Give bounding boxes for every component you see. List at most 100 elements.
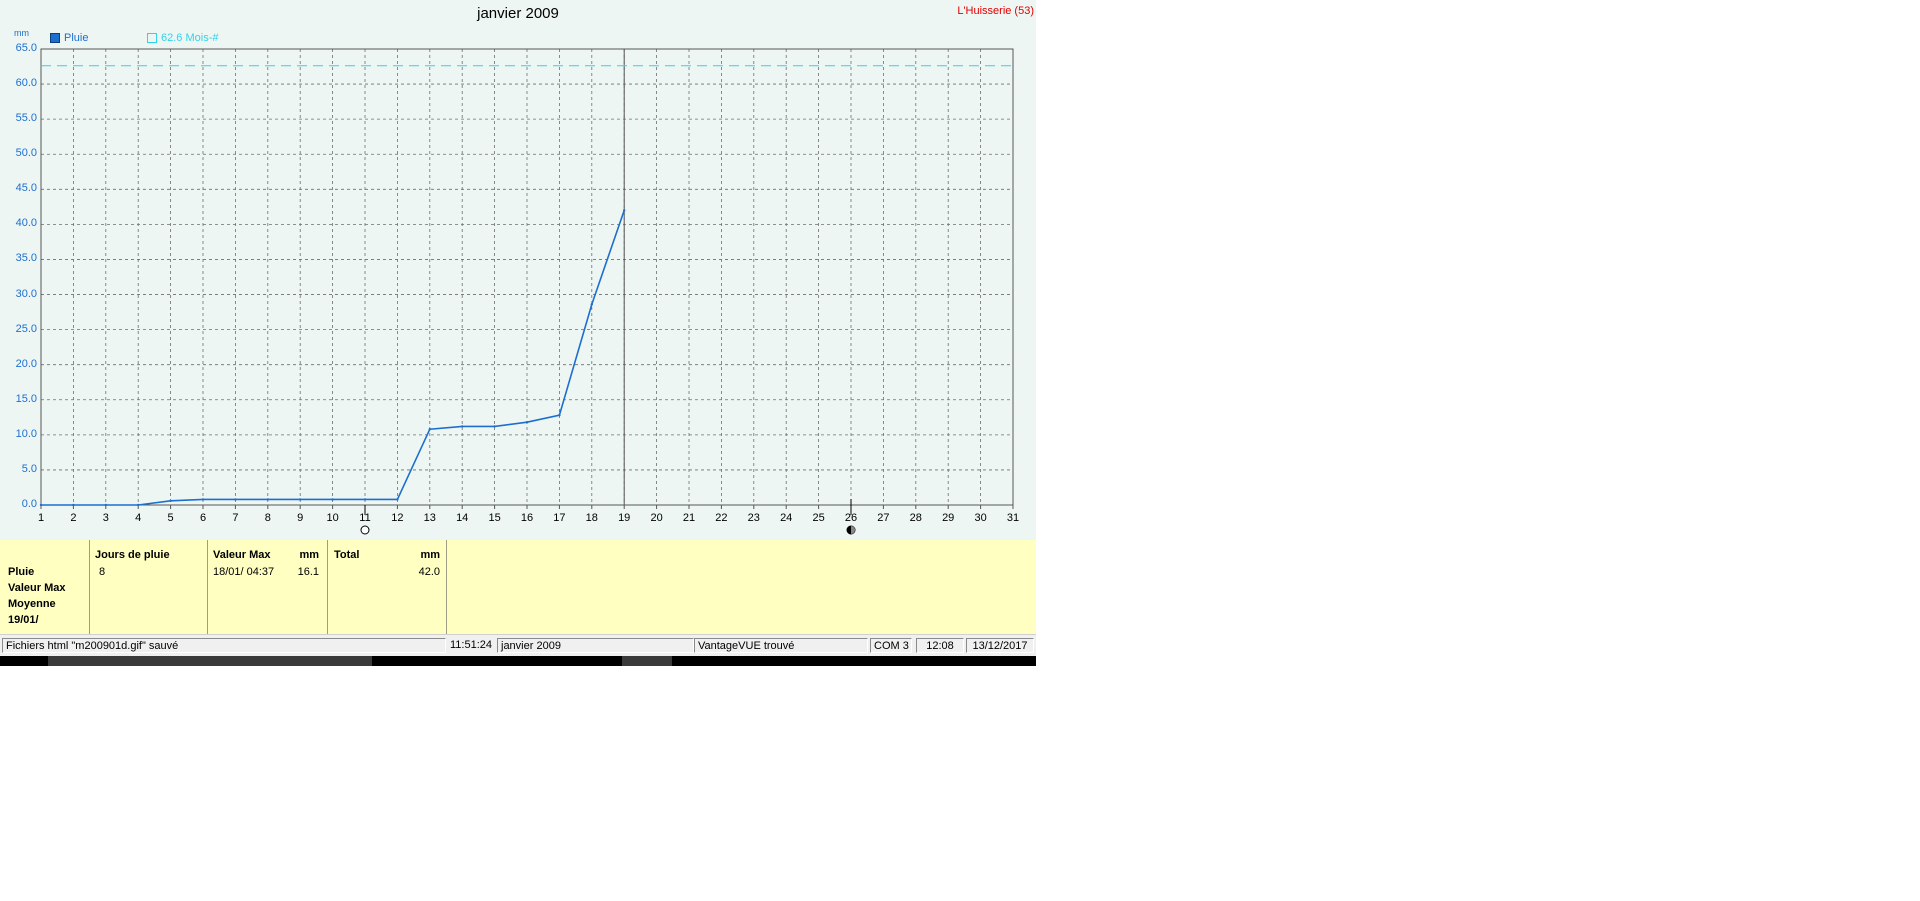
station-name: L'Huisserie (53) xyxy=(957,5,1034,17)
x-tick-label: 20 xyxy=(650,512,663,524)
x-tick-label: 30 xyxy=(974,512,987,524)
y-tick-label: 20.0 xyxy=(15,357,37,370)
x-tick-label: 2 xyxy=(70,512,77,524)
y-tick-label: 40.0 xyxy=(15,217,37,230)
data-point-rain xyxy=(623,209,626,212)
row-label-pluie: Pluie xyxy=(8,566,35,578)
status-clock: 12:08 xyxy=(916,638,964,653)
data-point-rain xyxy=(266,498,269,501)
legend-reference-swatch xyxy=(147,33,157,43)
taskbar-segment[interactable] xyxy=(622,656,672,666)
stats-row-labels: Pluie Valeur Max Moyenne 19/01/ xyxy=(0,540,90,634)
total-value: 42.0 xyxy=(418,566,440,578)
x-tick-label: 15 xyxy=(488,512,501,524)
x-tick-label: 26 xyxy=(844,512,858,524)
x-tick-label: 11 xyxy=(359,512,371,524)
status-period: janvier 2009 xyxy=(497,638,694,653)
taskbar-segment[interactable] xyxy=(48,656,372,666)
chart-title: janvier 2009 xyxy=(477,5,559,22)
status-date: 13/12/2017 xyxy=(966,638,1034,653)
y-tick-label: 50.0 xyxy=(15,147,37,160)
y-axis-unit: mm xyxy=(14,28,29,38)
y-tick-label: 5.0 xyxy=(21,462,37,475)
status-device: VantageVUE trouvé xyxy=(694,638,868,653)
data-point-rain xyxy=(461,425,464,428)
y-tick-label: 65.0 xyxy=(15,42,37,54)
data-point-rain xyxy=(39,503,43,507)
data-point-rain xyxy=(201,498,205,501)
max-value: 16.1 xyxy=(297,566,319,578)
x-tick-label: 24 xyxy=(780,512,793,524)
data-point-rain xyxy=(299,498,302,501)
data-point-rain xyxy=(331,498,334,501)
stats-col-rain-days: Jours de pluie 8 xyxy=(90,540,208,634)
x-tick-label: 12 xyxy=(391,512,404,524)
x-tick-label: 14 xyxy=(456,512,469,524)
x-tick-label: 5 xyxy=(167,512,174,524)
max-date: 18/01/ 04:37 xyxy=(213,566,275,578)
x-tick-label: 21 xyxy=(682,512,696,524)
x-tick-label: 31 xyxy=(1006,512,1020,524)
x-tick-label: 8 xyxy=(264,512,271,524)
data-point-rain xyxy=(169,499,172,502)
y-tick-label: 55.0 xyxy=(15,112,37,125)
stats-panel: Pluie Valeur Max Moyenne 19/01/ Jours de… xyxy=(0,540,1036,634)
data-point-rain xyxy=(137,503,140,507)
x-tick-label: 22 xyxy=(715,512,728,524)
y-tick-label: 60.0 xyxy=(15,77,37,90)
rain-days-header: Jours de pluie xyxy=(95,549,170,561)
y-tick-label: 15.0 xyxy=(15,392,37,405)
x-tick-label: 18 xyxy=(585,512,598,524)
legend-rain-swatch xyxy=(50,33,60,43)
data-point-rain xyxy=(363,498,367,501)
total-unit: mm xyxy=(420,549,440,561)
status-time: 11:51:24 xyxy=(449,639,492,651)
x-tick-label: 7 xyxy=(232,512,239,524)
x-tick-label: 13 xyxy=(423,512,436,524)
stats-col-total: Total mm 42.0 xyxy=(328,540,447,634)
legend-reference[interactable]: 62.6 Mois-# xyxy=(147,32,218,44)
total-header: Total xyxy=(334,549,360,561)
x-tick-label: 28 xyxy=(909,512,922,524)
y-tick-label: 35.0 xyxy=(15,252,37,265)
new-moon-icon xyxy=(360,525,370,535)
data-point-rain xyxy=(558,414,561,417)
y-tick-label: 45.0 xyxy=(15,182,37,195)
status-message: Fichiers html "m200901d.gif" sauvé xyxy=(2,638,446,653)
legend-reference-label: 62.6 Mois-# xyxy=(161,32,219,44)
taskbar-strip xyxy=(0,656,1036,666)
stats-col-max: Valeur Max mm 18/01/ 04:37 16.1 xyxy=(208,540,328,634)
y-tick-label: 30.0 xyxy=(15,287,37,300)
x-tick-label: 3 xyxy=(102,512,109,524)
x-tick-label: 10 xyxy=(326,512,339,524)
row-label-valeur-max: Valeur Max xyxy=(8,582,66,594)
data-point-rain xyxy=(396,498,399,501)
y-tick-label: 25.0 xyxy=(15,322,37,335)
x-tick-label: 19 xyxy=(618,512,631,524)
x-tick-label: 4 xyxy=(135,512,142,524)
legend-rain-label: Pluie xyxy=(64,32,89,44)
row-label-moyenne: Moyenne xyxy=(8,598,56,610)
status-port: COM 3 xyxy=(870,638,912,653)
y-tick-label: 10.0 xyxy=(15,427,37,440)
data-point-rain xyxy=(428,428,431,431)
data-point-rain xyxy=(234,498,237,501)
x-tick-label: 27 xyxy=(877,512,890,524)
legend-rain[interactable]: Pluie xyxy=(50,32,88,44)
status-bar: Fichiers html "m200901d.gif" sauvé 11:51… xyxy=(0,634,1036,657)
x-tick-label: 6 xyxy=(199,512,207,524)
chart-area: janvier 2009 L'Huisserie (53) mm Pluie 6… xyxy=(0,0,1036,540)
data-point-rain xyxy=(493,425,496,428)
weather-app-window: janvier 2009 L'Huisserie (53) mm Pluie 6… xyxy=(0,0,1036,666)
x-tick-label: 29 xyxy=(942,512,955,524)
x-tick-label: 9 xyxy=(297,512,304,524)
data-point-rain xyxy=(590,303,593,306)
rain-chart xyxy=(39,48,1014,535)
data-point-rain xyxy=(72,503,75,507)
max-unit: mm xyxy=(299,549,319,561)
x-tick-label: 1 xyxy=(37,512,45,524)
x-tick-label: 23 xyxy=(747,512,760,524)
data-point-rain xyxy=(104,503,108,507)
data-point-rain xyxy=(525,421,529,424)
x-tick-label: 25 xyxy=(812,512,825,524)
